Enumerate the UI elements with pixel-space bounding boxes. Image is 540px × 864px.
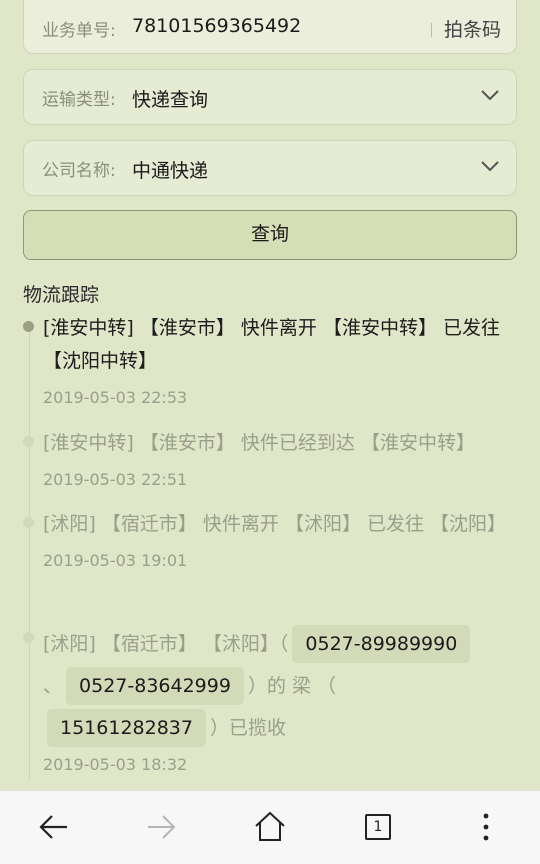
transport-type-label: 运输类型:: [42, 90, 116, 110]
tracking-event: [淮安中转] 【淮安市】 快件离开 【淮安中转】 已发往 【沈阳中转】 2019…: [23, 312, 523, 407]
timeline-dot: [23, 321, 34, 332]
tracking-text: 、: [43, 675, 63, 697]
tabs-icon[interactable]: 1: [360, 809, 396, 845]
forward-arrow-icon[interactable]: [143, 809, 179, 845]
phone-number-link[interactable]: 0527-89989990: [292, 625, 471, 663]
home-icon[interactable]: [252, 809, 288, 845]
transport-type-select[interactable]: 运输类型: 快递查询: [23, 69, 517, 125]
order-number-value[interactable]: 78101569365492: [132, 15, 301, 37]
tracking-event-time: 2019-05-03 22:53: [43, 388, 188, 407]
company-name-select[interactable]: 公司名称: 中通快递: [23, 140, 517, 196]
chevron-down-icon: [481, 90, 499, 101]
tracking-section-title: 物流跟踪: [23, 284, 100, 306]
timeline-line: [29, 330, 30, 780]
scan-divider: [431, 23, 432, 37]
phone-number-link[interactable]: 15161282837: [47, 709, 206, 747]
tracking-text: ）已揽收: [209, 717, 286, 739]
transport-type-value: 快递查询: [132, 89, 209, 111]
tracking-event-desc: [沭阳] 【宿迁市】 【沭阳】（ 0527-89989990 、 0527-83642…: [43, 623, 523, 749]
tracking-event: [沭阳] 【宿迁市】 【沭阳】（ 0527-89989990 、 0527-83642…: [23, 623, 523, 774]
tab-count: 1: [365, 814, 391, 840]
scan-barcode-button[interactable]: 拍条码: [444, 15, 501, 42]
timeline-dot: [23, 632, 34, 643]
order-number-field[interactable]: 业务单号: 78101569365492 拍条码: [23, 0, 517, 54]
tracking-text: ）的 梁 （: [247, 675, 337, 697]
more-icon[interactable]: [468, 809, 504, 845]
order-number-label: 业务单号:: [42, 21, 116, 41]
tracking-event-desc: [淮安中转] 【淮安市】 快件离开 【淮安中转】 已发往 【沈阳中转】: [43, 317, 500, 372]
back-arrow-icon[interactable]: [36, 809, 72, 845]
company-name-value: 中通快递: [132, 160, 209, 182]
chevron-down-icon: [481, 161, 499, 172]
query-button[interactable]: 查询: [23, 210, 517, 260]
tracking-text: [沭阳] 【宿迁市】 【沭阳】（: [43, 633, 289, 655]
tracking-event-time: 2019-05-03 19:01: [43, 551, 188, 570]
company-name-label: 公司名称:: [42, 161, 116, 181]
tracking-event-time: 2019-05-03 18:32: [43, 755, 188, 774]
tracking-event-time: 2019-05-03 22:51: [43, 470, 188, 489]
phone-number-link[interactable]: 0527-83642999: [66, 667, 244, 705]
tracking-event-desc: [沭阳] 【宿迁市】 快件离开 【沭阳】 已发往 【沈阳】: [43, 513, 507, 535]
tracking-event-desc: [淮安中转] 【淮安市】 快件已经到达 【淮安中转】: [43, 432, 475, 454]
browser-nav-bar: 1: [0, 790, 540, 864]
timeline-dot: [23, 436, 34, 447]
timeline-dot: [23, 517, 34, 528]
tracking-event: [淮安中转] 【淮安市】 快件已经到达 【淮安中转】 2019-05-03 22…: [23, 427, 523, 489]
tracking-event: [沭阳] 【宿迁市】 快件离开 【沭阳】 已发往 【沈阳】 2019-05-03…: [23, 508, 523, 570]
